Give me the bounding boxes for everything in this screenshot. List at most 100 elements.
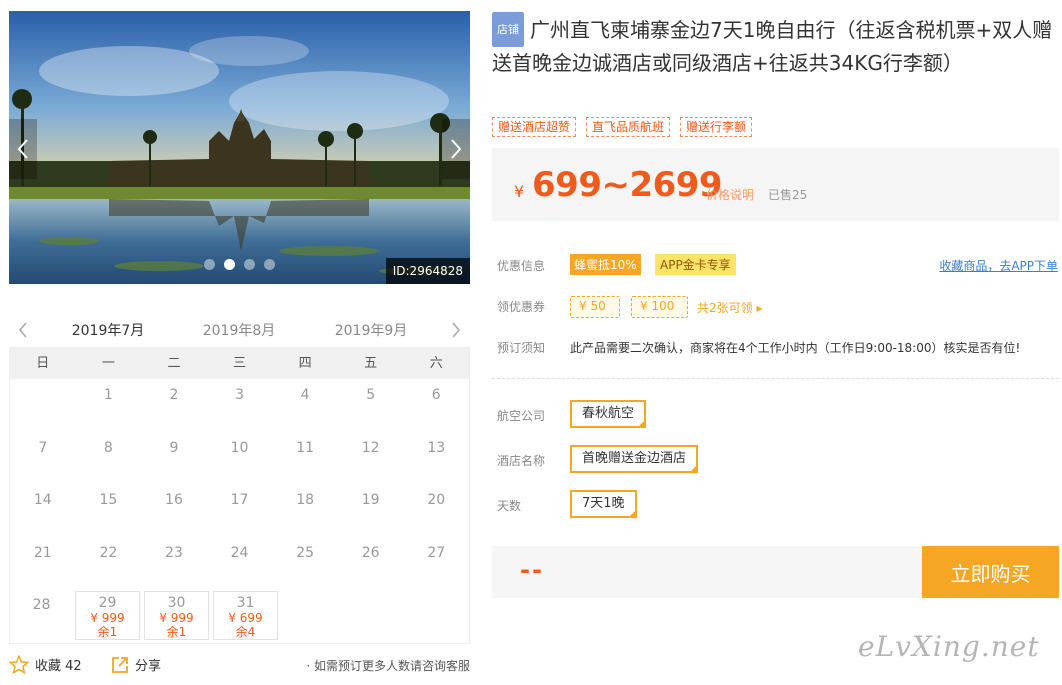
calendar-day: 7 xyxy=(10,432,76,485)
days-option[interactable]: 7天1晚 xyxy=(570,490,637,518)
gallery-dot[interactable] xyxy=(244,259,255,270)
gallery-dot[interactable] xyxy=(204,259,215,270)
gallery-dot[interactable] xyxy=(264,259,275,270)
next-month-button[interactable] xyxy=(446,318,466,342)
hotel-value: 首晚赠送金边酒店 xyxy=(582,451,687,466)
calendar-day: 27 xyxy=(403,537,469,590)
tag-direct-flight: 直飞品质航班 xyxy=(586,117,671,137)
days-label: 天数 xyxy=(497,499,522,513)
calendar-day xyxy=(343,589,406,642)
favorite-button[interactable]: 收藏 42 xyxy=(9,655,82,674)
gallery-dots xyxy=(204,259,275,270)
calendar-week-row: 21 22 23 24 25 26 27 xyxy=(10,537,469,590)
calendar-day: 28 xyxy=(10,589,73,642)
day-remaining: 余4 xyxy=(235,625,256,639)
price-range: 699~2699 xyxy=(532,165,723,205)
day-number: 18 xyxy=(296,492,315,508)
gallery-prev-button[interactable] xyxy=(9,119,37,179)
calendar-day: 23 xyxy=(141,537,207,590)
day-number: 24 xyxy=(230,544,249,561)
buy-bar: -- 立即购买 xyxy=(492,546,1059,598)
calendar-day-available[interactable]: 31 ¥ 699 余4 xyxy=(213,591,278,640)
calendar-day: 20 xyxy=(403,484,469,537)
calendar-day: 19 xyxy=(338,484,404,537)
calendar-day: 16 xyxy=(141,484,207,537)
airline-value: 春秋航空 xyxy=(582,406,635,421)
day-remaining: 余1 xyxy=(166,625,187,639)
prev-month-button[interactable] xyxy=(13,318,33,342)
notice-label: 预订须知 xyxy=(497,341,546,355)
selected-corner-icon xyxy=(689,464,699,473)
buy-now-button[interactable]: 立即购买 xyxy=(922,546,1059,598)
weekday-label: 四 xyxy=(298,356,312,371)
coupon-100[interactable]: ¥ 100 xyxy=(631,296,688,318)
calendar-day: 21 xyxy=(10,537,76,590)
consult-link[interactable]: · 如需预订更多人数请咨询客服 xyxy=(306,657,470,674)
shop-badge[interactable]: 店铺 xyxy=(492,12,524,47)
calendar-day-available[interactable]: 30 ¥ 999 余1 xyxy=(144,591,209,640)
product-tags: 赠送酒店超赞 直飞品质航班 赠送行李额 xyxy=(492,117,753,137)
weekday-label: 六 xyxy=(429,356,443,371)
product-gallery[interactable]: ID:2964828 xyxy=(9,11,470,284)
chevron-right-icon xyxy=(451,139,462,159)
day-number: 5 xyxy=(366,387,376,403)
weekday-label: 一 xyxy=(101,356,115,371)
calendar-week-row: 28 29 ¥ 999 余1 30 ¥ 999 余1 31 ¥ 699 余4 xyxy=(10,589,469,642)
day-price: ¥ 699 xyxy=(228,611,263,625)
share-button[interactable]: 分享 xyxy=(111,655,161,674)
weekday-label: 二 xyxy=(167,356,181,371)
day-number: 20 xyxy=(427,492,446,508)
calendar-day: 15 xyxy=(76,484,142,537)
calendar-day: 13 xyxy=(403,432,469,485)
calendar-day xyxy=(10,379,76,432)
calendar-day: 14 xyxy=(10,484,76,537)
day-number: 31 xyxy=(236,595,255,611)
price-box: ¥ 699~2699 价格说明 已售25 xyxy=(492,148,1059,221)
month-tab-july[interactable]: 2019年7月 xyxy=(61,320,155,350)
calendar-week-row: 14 15 16 17 18 19 20 xyxy=(10,484,469,537)
day-remaining: 余1 xyxy=(97,625,118,639)
promo-app-gold-badge: APP金卡专享 xyxy=(655,254,736,275)
calendar-day: 26 xyxy=(338,537,404,590)
chevron-right-icon xyxy=(452,322,461,338)
divider xyxy=(492,378,1059,379)
day-number: 13 xyxy=(427,439,446,456)
coupon-more-link[interactable]: 共2张可领 ▸ xyxy=(697,299,762,316)
day-number: 29 xyxy=(98,595,117,611)
coupon-50[interactable]: ¥ 50 xyxy=(570,296,620,318)
day-number: 22 xyxy=(99,544,118,561)
star-icon xyxy=(9,655,29,674)
day-number: 25 xyxy=(296,544,315,561)
gallery-next-button[interactable] xyxy=(442,119,470,179)
sold-count: 已售25 xyxy=(768,188,808,202)
gallery-photo xyxy=(9,11,470,284)
calendar-day-available[interactable]: 29 ¥ 999 余1 xyxy=(75,591,140,640)
price-explain-link[interactable]: 价格说明 xyxy=(706,186,754,203)
tag-luggage: 赠送行李额 xyxy=(680,117,753,137)
day-number: 2 xyxy=(169,387,179,403)
weekday-label: 日 xyxy=(36,356,50,371)
day-number: 7 xyxy=(38,439,48,456)
month-tab-september[interactable]: 2019年9月 xyxy=(324,320,418,350)
product-title-block: 店铺 广州直飞柬埔寨金边7天1晚自由行（往返含税机票+双人赠送首晚金边诚酒店或同级… xyxy=(492,12,1059,80)
days-value: 7天1晚 xyxy=(582,496,625,511)
weekday-label: 五 xyxy=(364,356,378,371)
calendar-day: 6 xyxy=(403,379,469,432)
hotel-option[interactable]: 首晚赠送金边酒店 xyxy=(570,445,699,473)
day-number: 26 xyxy=(361,544,380,561)
airline-option[interactable]: 春秋航空 xyxy=(570,400,647,428)
calendar-day: 5 xyxy=(338,379,404,432)
calendar-day: 1 xyxy=(76,379,142,432)
gallery-dot-active[interactable] xyxy=(224,259,235,270)
day-number: 14 xyxy=(33,492,52,508)
day-number: 1 xyxy=(103,387,113,403)
calendar-day: 10 xyxy=(207,432,273,485)
calendar-day: 2 xyxy=(141,379,207,432)
total-price: -- xyxy=(520,556,544,584)
calendar-week-row: 1 2 3 4 5 6 xyxy=(10,379,469,432)
calendar-day: 9 xyxy=(141,432,207,485)
day-number: 3 xyxy=(235,387,244,403)
month-tab-august[interactable]: 2019年8月 xyxy=(192,320,286,350)
calendar-day: 8 xyxy=(76,432,142,485)
fav-app-link[interactable]: 收藏商品，去APP下单 xyxy=(939,257,1058,274)
